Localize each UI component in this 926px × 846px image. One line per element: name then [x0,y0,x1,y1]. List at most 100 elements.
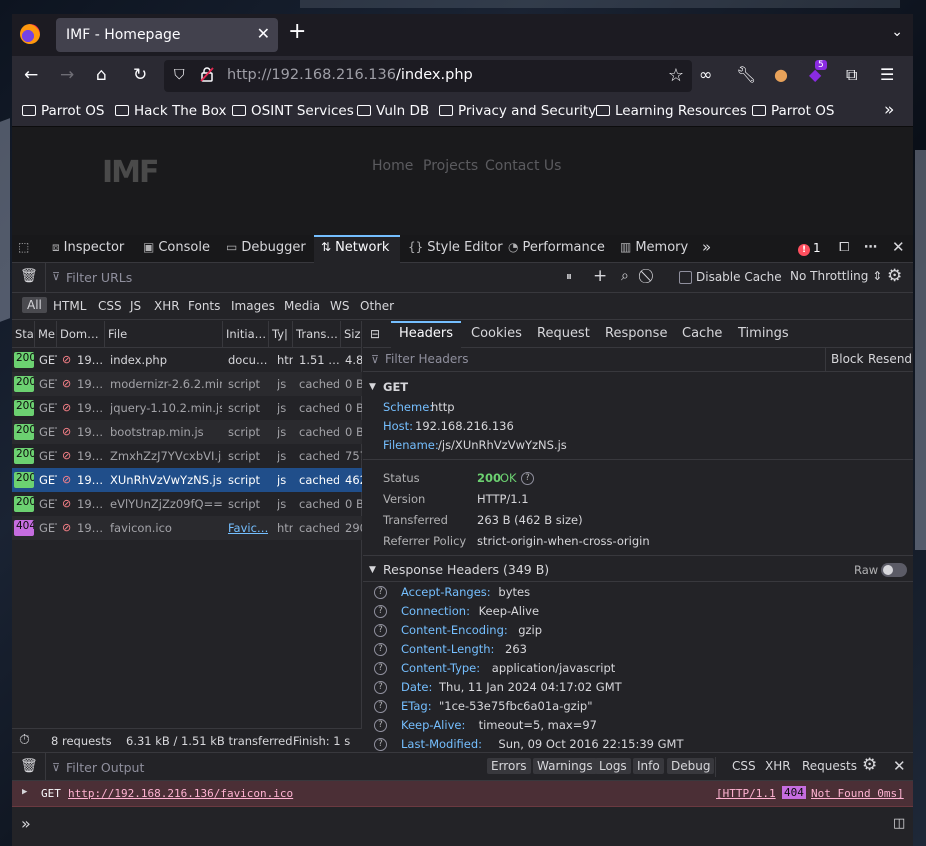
throttling-select[interactable]: No Throttling ⇕ [790,269,882,283]
expand-arrow-icon[interactable]: ▶ [22,787,27,797]
pick-element-icon[interactable]: ⬚ [18,235,33,263]
filter-html[interactable]: HTML [53,299,86,313]
help-icon[interactable]: ? [374,586,387,599]
bookmark-folder[interactable]: OSINT Services [232,103,354,119]
bookmark-folder[interactable]: Privacy and Security [439,103,596,119]
dock-icon[interactable]: ⧠ [839,235,849,263]
bookmark-folder[interactable]: Vuln DB [357,103,429,119]
filter-fonts[interactable]: Fonts [188,299,220,313]
log-tail[interactable]: Not Found 0ms] [811,787,904,800]
filter-media[interactable]: Media [284,299,320,313]
console-settings-gear-icon[interactable]: ⚙ [862,755,877,775]
hamburger-menu-icon[interactable]: ☰ [880,65,894,84]
help-icon[interactable]: ? [374,719,387,732]
log-url[interactable]: http://192.168.216.136/favicon.ico [68,787,293,800]
bookmark-folder[interactable]: Learning Resources [596,103,747,119]
wrench-icon[interactable]: 🔧︎ [736,65,756,84]
help-icon[interactable]: ? [374,681,387,694]
level-debug[interactable]: Debug [667,758,715,774]
bookmark-folder[interactable]: Parrot OS [22,103,104,119]
tab-performance[interactable]: ◔ Performance [508,235,605,263]
help-icon[interactable]: ? [374,605,387,618]
filter-xhr[interactable]: XHR [765,759,791,773]
reload-icon[interactable]: ↻ [133,65,147,85]
bookmark-folder[interactable]: Hack The Box [115,103,226,119]
nav-link-home[interactable]: Home [372,158,413,174]
network-settings-gear-icon[interactable]: ⚙ [887,266,902,286]
editor-mode-icon[interactable]: ◫ [893,816,905,831]
nav-link-contact[interactable]: Contact Us [485,158,561,174]
column-domain[interactable]: Dom… [57,321,105,348]
log-proto[interactable]: [HTTP/1.1 [716,787,776,800]
more-tools-icon[interactable]: » [702,235,711,263]
filter-urls-input[interactable]: Filter URLs [66,270,132,285]
table-row[interactable]: 200 GET ⊘ 19… ZmxhZzJ7YVcxbVI.js script jscach… [12,444,362,468]
cookie-extension-icon[interactable]: ● [774,65,788,84]
level-warnings[interactable]: Warnings [533,758,597,774]
filter-requests[interactable]: Requests [802,759,857,773]
new-tab-button[interactable]: + [288,21,306,43]
close-devtools-icon[interactable]: ✕ [892,235,905,263]
insecure-lock-icon[interactable] [200,66,214,82]
mask-extension-icon[interactable]: ∞ [699,65,712,84]
console-input[interactable]: » ◫ [12,807,913,846]
tab-console[interactable]: ▣ Console [143,235,210,263]
search-icon[interactable]: ⌕ [621,268,629,284]
help-icon[interactable]: ? [374,738,387,751]
table-row[interactable]: 200 GET ⊘ 19… jquery-1.10.2.min.js script jsca… [12,396,362,420]
raw-toggle[interactable] [881,563,907,577]
back-icon[interactable]: ← [24,65,38,85]
column-size[interactable]: Siz [341,321,362,348]
forward-icon[interactable]: → [60,65,74,85]
level-info[interactable]: Info [633,758,664,774]
list-tabs-icon[interactable]: ⌄ [891,24,903,40]
bookmark-folder[interactable]: Parrot OS [752,103,834,119]
tab-timings[interactable]: Timings [738,326,789,341]
more-bookmarks-icon[interactable]: » [884,100,894,120]
error-count-badge[interactable]: ! 1 [798,241,821,256]
filter-all[interactable]: All [22,297,47,313]
filter-other[interactable]: Other [360,299,394,313]
filter-ws[interactable]: WS [330,299,349,313]
table-row[interactable]: 200 GET ⊘ 19… bootstrap.min.js script js cached… [12,420,362,444]
clear-trash-icon[interactable]: 🗑︎ [20,268,38,284]
close-split-console-icon[interactable]: ✕ [893,757,906,775]
help-icon[interactable]: ? [374,662,387,675]
column-transferred[interactable]: Trans… [293,321,341,348]
column-type[interactable]: Ty| [269,321,293,348]
filter-images[interactable]: Images [231,299,275,313]
filter-output-input[interactable]: Filter Output [66,760,144,775]
browser-tab[interactable]: IMF - Homepage ✕ [56,18,278,52]
tab-debugger[interactable]: ▭ Debugger [226,235,306,263]
url-bar[interactable]: ⛉ http://192.168.216.136/index.php ☆ [164,60,692,92]
block-button[interactable]: Block [831,352,863,366]
table-row[interactable]: 200 GET ⊘ 19… index.php docu… htm 1.51 … 4.8 [12,348,362,372]
level-logs[interactable]: Logs [595,758,631,774]
column-initiator[interactable]: Initia… [223,321,269,348]
help-icon[interactable]: ? [374,643,387,656]
shield-icon[interactable]: ⛉ [174,67,185,83]
table-row[interactable]: 200 GET ⊘ 19… XUnRhVzVwYzNS.js script js cached… [12,468,362,492]
extensions-puzzle-icon[interactable]: ⧉ [846,65,857,85]
toggle-sidebar-icon[interactable]: ⊟ [370,327,380,341]
tab-network[interactable]: ⇅ Network [314,235,400,263]
help-icon[interactable]: ? [521,472,534,485]
tab-cache[interactable]: Cache [682,326,722,341]
console-log-entry[interactable]: ▶ GET http://192.168.216.136/favicon.ico… [12,781,913,807]
tab-response[interactable]: Response [605,326,667,341]
filter-css[interactable]: CSS [98,299,122,313]
column-method[interactable]: Me [35,321,57,348]
tab-headers[interactable]: Headers [391,321,461,348]
filter-css[interactable]: CSS [732,759,756,773]
pause-icon[interactable]: ⏸︎ [566,269,572,284]
column-status[interactable]: Sta [12,321,35,348]
resend-button[interactable]: Resend [868,352,912,366]
disable-cache-checkbox[interactable] [679,271,692,284]
tab-request[interactable]: Request [537,326,590,341]
filter-headers-input[interactable]: Filter Headers [385,352,468,366]
filter-js[interactable]: JS [130,299,141,313]
firefox-icon[interactable] [20,24,40,44]
table-row[interactable]: 200 GET ⊘ 19… eVlYUnZjZz09fQ==.min script jsca… [12,492,362,516]
tab-style-editor[interactable]: {} Style Editor [408,235,503,263]
filter-xhr[interactable]: XHR [154,299,180,313]
